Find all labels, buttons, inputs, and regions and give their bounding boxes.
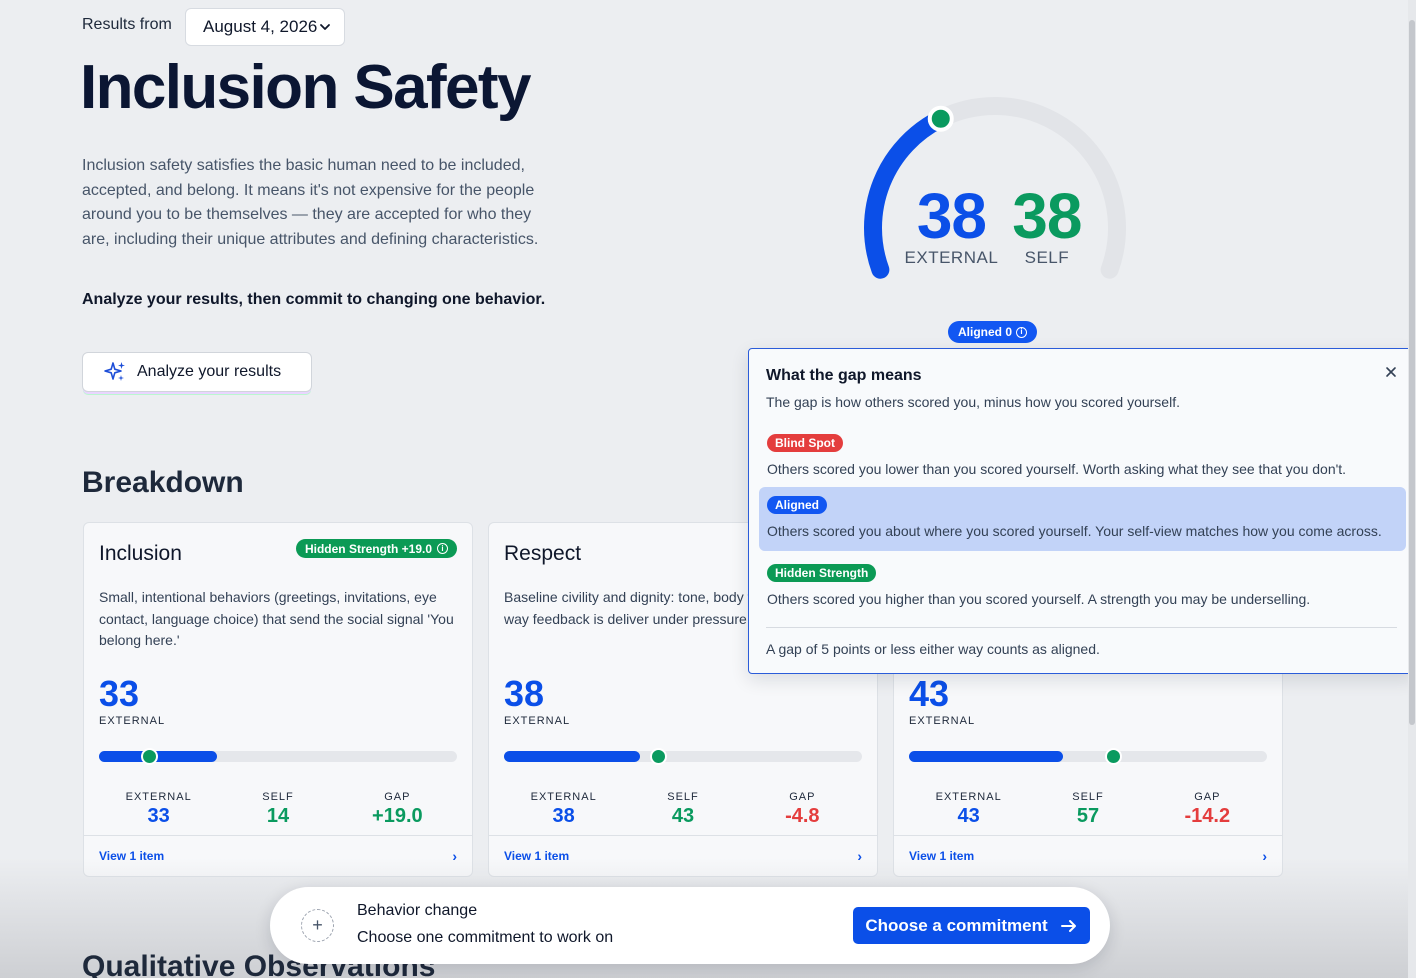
page-title: Inclusion Safety	[80, 53, 531, 122]
card-title: Inclusion	[99, 542, 182, 565]
card-stats: EXTERNAL 33 SELF 14 GAP +19.0	[99, 791, 457, 828]
card-score-label: EXTERNAL	[909, 715, 976, 727]
score-bar	[909, 748, 1267, 765]
stat-self-value: 14	[266, 805, 290, 827]
card-title: Respect	[504, 542, 582, 565]
stat-gap-label: GAP	[789, 791, 816, 803]
card-score: 43	[909, 673, 950, 714]
commitment-label: Behavior change	[357, 902, 478, 919]
hidden-strength-pill: Hidden Strength	[767, 564, 877, 582]
stat-gap-label: GAP	[384, 791, 411, 803]
card-score-label: EXTERNAL	[99, 715, 166, 727]
hidden-strength-text: Others scored you higher than you scored…	[767, 591, 1311, 607]
gauge-external-label: EXTERNAL	[904, 248, 999, 267]
gap-explanation-popover: What the gap means The gap is how others…	[748, 348, 1415, 674]
stat-external-value: 33	[147, 805, 170, 827]
analyze-results-button[interactable]: Analyze your results	[82, 352, 312, 392]
stat-self-value: 43	[671, 805, 695, 827]
stat-gap-value: -4.8	[785, 805, 820, 827]
card-score: 33	[99, 673, 140, 714]
external-bar-fill	[504, 751, 641, 762]
close-icon[interactable]	[1382, 363, 1400, 381]
info-icon: i	[437, 543, 448, 554]
blind-spot-text: Others scored you lower than you scored …	[767, 461, 1347, 477]
card-badge-label: Hidden Strength +19.0	[304, 541, 432, 556]
gauge-external-value: 38	[916, 180, 987, 252]
card-description: Small, intentional behaviors (greetings,…	[99, 589, 454, 648]
gap-row-aligned: Aligned Others scored you about where yo…	[759, 487, 1406, 551]
stat-external-value: 38	[552, 805, 575, 827]
stat-self-label: SELF	[262, 791, 294, 803]
score-bar	[99, 748, 457, 765]
choose-commitment-label: Choose a commitment	[865, 915, 1048, 935]
gap-row-hidden-strength: Hidden Strength Others scored you higher…	[759, 555, 1406, 619]
gauge-values: 38 EXTERNAL 38 SELF	[862, 180, 1124, 268]
self-marker	[649, 748, 667, 765]
choose-commitment-button[interactable]: Choose a commitment	[853, 907, 1090, 944]
date-select[interactable]: August 4, 2026	[185, 8, 345, 46]
aligned-badge[interactable]: Aligned 0 i	[948, 321, 1038, 343]
info-icon: i	[1016, 326, 1028, 338]
stat-external-label: EXTERNAL	[530, 791, 597, 803]
stat-self-value: 57	[1076, 805, 1100, 827]
stat-external-label: EXTERNAL	[125, 791, 192, 803]
arrow-right-icon	[1060, 919, 1076, 932]
stat-self-label: SELF	[667, 791, 699, 803]
blind-spot-pill: Blind Spot	[767, 434, 843, 452]
gauge-self-label: SELF	[1024, 248, 1070, 267]
external-bar-fill	[99, 751, 218, 762]
stat-external-value: 43	[957, 805, 980, 827]
popover-divider	[766, 627, 1397, 628]
aligned-text: Others scored you about where you scored…	[767, 523, 1382, 539]
cta-text: Analyze your results, then commit to cha…	[82, 291, 546, 308]
card-stats: EXTERNAL 38 SELF 43 GAP -4.8	[504, 791, 862, 828]
stat-self-label: SELF	[1072, 791, 1104, 803]
commitment-bar: + Behavior change Choose one commitment …	[270, 887, 1110, 964]
gauge-self-marker	[927, 105, 954, 132]
self-marker	[141, 748, 159, 765]
popover-subtitle: The gap is how others scored you, minus …	[766, 394, 1180, 410]
card-stats: EXTERNAL 43 SELF 57 GAP -14.2	[909, 791, 1267, 828]
scrollbar-thumb[interactable]	[1409, 20, 1415, 725]
hidden-strength-badge[interactable]: Hidden Strength +19.0 i	[295, 539, 457, 558]
stat-gap-value: +19.0	[372, 805, 423, 827]
gap-row-blind-spot: Blind Spot Others scored you lower than …	[759, 425, 1406, 489]
results-from-label: Results from	[82, 16, 172, 33]
commitment-subtext: Choose one commitment to work on	[357, 929, 614, 946]
card-score: 38	[504, 673, 545, 714]
stat-gap-value: -14.2	[1184, 805, 1231, 827]
score-bar	[504, 748, 862, 765]
analyze-results-label: Analyze your results	[137, 363, 282, 380]
self-marker	[1105, 748, 1123, 765]
date-select-value: August 4, 2026	[203, 17, 318, 36]
popover-title: What the gap means	[766, 367, 922, 384]
gauge-self-value: 38	[1012, 180, 1082, 252]
card-score-label: EXTERNAL	[504, 715, 571, 727]
popover-note: A gap of 5 points or less either way cou…	[766, 641, 1100, 657]
aligned-pill: Aligned	[767, 496, 827, 514]
plus-icon: +	[301, 909, 334, 942]
chevron-down-icon	[320, 24, 330, 30]
external-bar-fill	[909, 751, 1063, 762]
intro-text: Inclusion safety satisfies the basic hum…	[82, 157, 539, 248]
breakdown-card-inclusion: Inclusion Hidden Strength +19.0 i Small,…	[83, 522, 473, 877]
breakdown-title: Breakdown	[82, 466, 244, 499]
aligned-badge-label: Aligned 0	[958, 325, 1013, 339]
stat-gap-label: GAP	[1194, 791, 1221, 803]
stat-external-label: EXTERNAL	[935, 791, 1002, 803]
sparkle-icon	[104, 362, 125, 381]
